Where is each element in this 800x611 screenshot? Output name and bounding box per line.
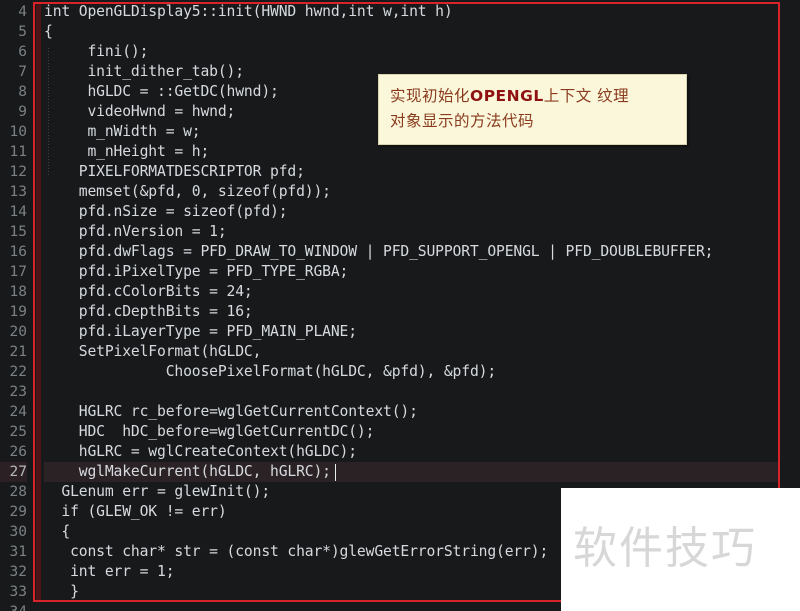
gutter-line-number: 12 [9,164,27,180]
gutter-line-number: 24 [9,404,27,420]
gutter-line-number: 30 [9,524,27,540]
code-line[interactable]: ChoosePixelFormat(hGLDC, &pfd), &pfd); [44,362,496,382]
gutter-line-number: 3 [0,0,27,2]
gutter-line-number: 8 [18,84,27,100]
code-line[interactable]: pfd.nVersion = 1; [44,222,227,242]
gutter-line-number: 5 [18,24,27,40]
code-line[interactable]: memset(&pfd, 0, sizeof(pfd)); [44,182,331,202]
text-caret [335,464,337,481]
gutter-line-number: 32 [9,564,27,580]
change-marker-bar [36,2,41,602]
gutter-line-number: 6 [18,44,27,60]
gutter-line-number: 17 [9,264,27,280]
gutter-line-number: 33 [9,584,27,600]
code-line[interactable]: } [44,582,79,602]
gutter-line-number: 18 [9,284,27,300]
gutter-line-number: 4 [18,4,27,20]
code-line[interactable]: SetPixelFormat(hGLDC, [44,342,262,362]
screenshot-root: 4 5 6 7 8 9 10 11 12 13 14 15 16 17 18 19 20 21 22 23 24 25 26… [0,0,800,611]
gutter-line-number: 9 [18,104,27,120]
gutter-line-number: 25 [9,424,27,440]
gutter-line-number: 15 [9,224,27,240]
code-line[interactable]: pfd.cDepthBits = 16; [44,302,253,322]
annotation-note-line-1: 实现初始化OPENGL上下文 纹理 [390,84,675,109]
annotation-prefix: 实现初始化 [390,87,471,105]
code-line[interactable]: pfd.nSize = sizeof(pfd); [44,202,288,222]
gutter-line-number: 22 [9,364,27,380]
code-line[interactable]: m_nWidth = w; [44,122,200,142]
code-line[interactable]: pfd.iLayerType = PFD_MAIN_PLANE; [44,322,357,342]
annotation-note: 实现初始化OPENGL上下文 纹理 对象显示的方法代码 [378,74,687,145]
code-line[interactable]: { [44,22,53,42]
annotation-suffix: 上下文 纹理 [543,87,630,105]
code-line[interactable]: init_dither_tab(); [44,62,244,82]
gutter-line-number: 27 [0,462,27,482]
gutter-line-number: 14 [9,204,27,220]
gutter-line-number: 26 [9,444,27,460]
line-number-gutter: 4 5 6 7 8 9 10 11 12 13 14 15 16 17 18 19 20 21 22 23 24 25 26… [0,0,33,611]
code-line[interactable]: PIXELFORMATDESCRIPTOR pfd; [44,162,305,182]
code-line[interactable]: int err = 1; [44,562,174,582]
code-line[interactable]: pfd.iPixelType = PFD_TYPE_RGBA; [44,262,349,282]
code-line[interactable]: hGLDC = ::GetDC(hwnd); [44,82,278,102]
gutter-line-number: 11 [9,144,27,160]
gutter-line-number: 34 [0,602,27,611]
code-line[interactable]: if (GLEW_OK != err) [44,502,226,522]
code-line[interactable]: GLenum err = glewInit(); [44,482,270,502]
gutter-line-number: 13 [9,184,27,200]
gutter-line-number: 10 [9,124,27,140]
code-line[interactable]: fini(); [44,42,148,62]
gutter-line-number: 16 [9,244,27,260]
code-line[interactable]: hGLRC = wglCreateContext(hGLDC); [44,442,357,462]
gutter-line-number: 23 [9,384,27,400]
code-line[interactable]: m_nHeight = h; [44,142,209,162]
code-line[interactable]: wglMakeCurrent(hGLDC, hGLRC); [44,462,778,482]
code-line[interactable]: const char* str = (const char*)glewGetEr… [44,542,548,562]
watermark-text: 软件技巧 [573,523,757,574]
code-line[interactable]: videoHwnd = hwnd; [44,102,235,122]
code-line[interactable]: int OpenGLDisplay5::init(HWND hwnd,int w… [44,2,453,22]
gutter-line-number: 20 [9,324,27,340]
annotation-keyword: OPENGL [470,87,544,105]
gutter-line-number: 21 [9,344,27,360]
gutter-line-number: 28 [9,484,27,500]
gutter-line-number: 19 [9,304,27,320]
gutter-line-number: 29 [9,504,27,520]
code-line[interactable]: { [44,522,70,542]
gutter-line-number: 31 [9,544,27,560]
code-line[interactable]: pfd.cColorBits = 24; [44,282,253,302]
gutter-line-number: 7 [18,64,27,80]
code-line[interactable]: pfd.dwFlags = PFD_DRAW_TO_WINDOW | PFD_S… [44,242,714,262]
code-line[interactable]: HDC hDC_before=wglGetCurrentDC(); [44,422,375,442]
code-line[interactable]: HGLRC rc_before=wglGetCurrentContext(); [44,402,418,422]
annotation-note-line-2: 对象显示的方法代码 [390,112,535,130]
